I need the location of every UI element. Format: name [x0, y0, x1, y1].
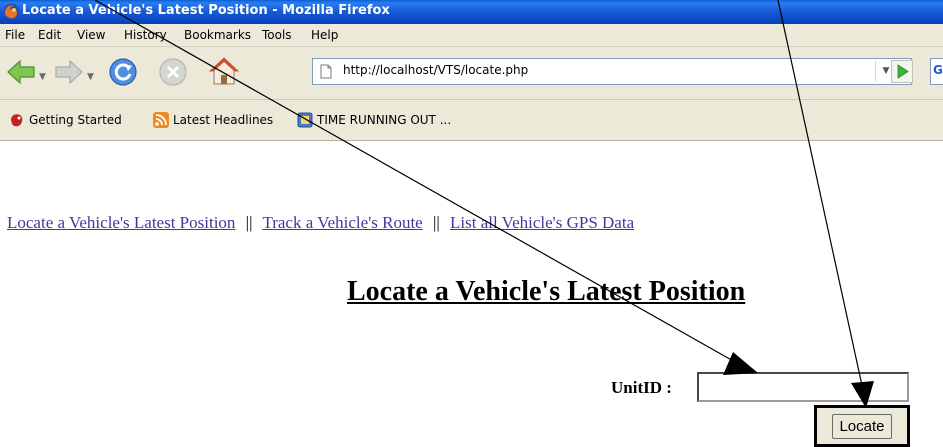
go-arrow-icon[interactable]: [891, 60, 913, 83]
unit-id-input[interactable]: [697, 372, 909, 402]
menu-view[interactable]: View: [77, 28, 105, 42]
page-content: Locate a Vehicle's Latest Position || Tr…: [0, 141, 943, 447]
locate-button[interactable]: Locate: [814, 405, 910, 447]
search-field[interactable]: G: [930, 58, 943, 85]
back-dropdown-icon[interactable]: ▼: [39, 72, 46, 82]
menu-file[interactable]: File: [5, 28, 25, 42]
stop-icon[interactable]: [158, 57, 188, 87]
menu-bar: File Edit View History Bookmarks Tools H…: [0, 24, 943, 47]
menu-edit[interactable]: Edit: [38, 28, 61, 42]
link-track-route[interactable]: Track a Vehicle's Route: [262, 213, 422, 232]
bookmark-getting-started[interactable]: Getting Started: [29, 113, 122, 127]
firefox-icon: [3, 3, 20, 20]
back-arrow-icon[interactable]: [6, 58, 36, 86]
menu-help[interactable]: Help: [311, 28, 338, 42]
link-list-gps-data[interactable]: List all Vehicle's GPS Data: [450, 213, 634, 232]
page-icon: [320, 64, 332, 79]
forward-arrow-icon[interactable]: [54, 58, 84, 86]
title-bar[interactable]: Locate a Vehicle's Latest Position - Moz…: [0, 0, 943, 24]
locate-button-label: Locate: [832, 413, 892, 439]
menu-tools[interactable]: Tools: [262, 28, 292, 42]
navigation-toolbar: ▼ ▼ ▼ G: [0, 47, 943, 100]
link-locate-vehicle[interactable]: Locate a Vehicle's Latest Position: [7, 213, 235, 232]
address-bar[interactable]: ▼: [312, 58, 912, 85]
search-engine-icon: G: [933, 63, 943, 77]
rss-feed-icon: [153, 112, 169, 128]
menu-history[interactable]: History: [124, 28, 167, 42]
window-title: Locate a Vehicle's Latest Position - Moz…: [22, 3, 390, 18]
bookmark-page-icon: [297, 112, 313, 128]
getting-started-icon: [11, 114, 23, 127]
bookmarks-toolbar: Getting Started Latest Headlines TIME RU…: [0, 100, 943, 141]
url-input[interactable]: [343, 63, 843, 77]
menu-bookmarks[interactable]: Bookmarks: [184, 28, 251, 42]
home-icon[interactable]: [208, 55, 240, 87]
page-title: Locate a Vehicle's Latest Position: [347, 276, 746, 307]
reload-icon[interactable]: [108, 57, 138, 87]
forward-dropdown-icon[interactable]: ▼: [87, 72, 94, 82]
bookmark-time-running-out[interactable]: TIME RUNNING OUT ...: [317, 113, 451, 127]
link-separator: ||: [245, 213, 253, 232]
bookmark-latest-headlines[interactable]: Latest Headlines: [173, 113, 273, 127]
page-nav-links: Locate a Vehicle's Latest Position || Tr…: [7, 213, 634, 233]
link-separator: ||: [432, 213, 440, 232]
unit-id-label: UnitID :: [611, 378, 672, 397]
